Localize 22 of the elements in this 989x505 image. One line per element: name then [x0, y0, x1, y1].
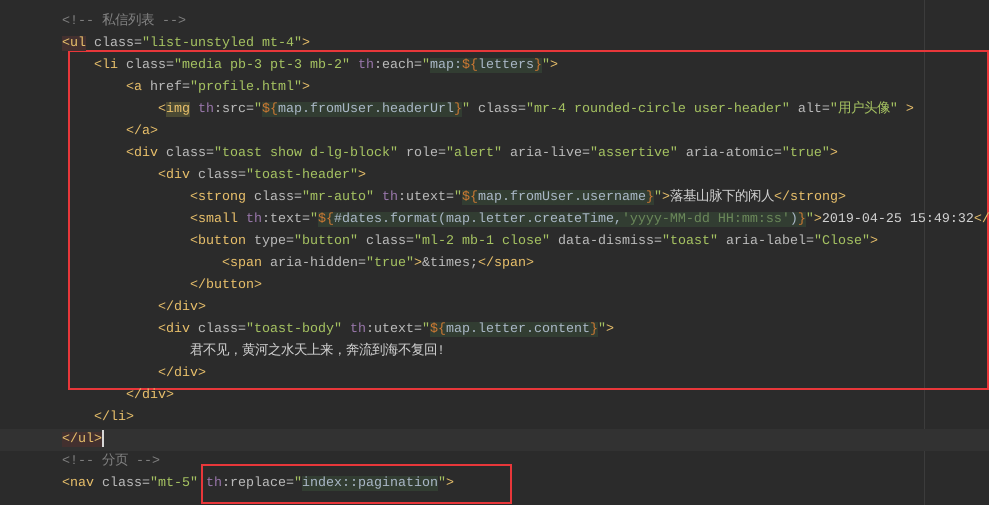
code-line: <strong class="mr-auto" th:utext="${map.fromUser.username}">落基山脉下的闲人</strong>: [190, 190, 846, 205]
code-line: <!-- 私信列表 -->: [62, 14, 186, 29]
code-line: </div>: [126, 388, 174, 403]
code-line: <!-- 分页 -->: [62, 454, 160, 469]
code-line: <button type="button" class="ml-2 mb-1 close" data-dismiss="toast" aria-label="Close">: [190, 234, 878, 249]
code-line: <div class="toast-header">: [158, 168, 366, 183]
code-line: <img th:src="${map.fromUser.headerUrl}" class="mr-4 rounded-circle user-header" alt="用户头像" >: [158, 102, 914, 117]
code-line: <nav class="mt-5": [62, 476, 198, 491]
code-line: <span aria-hidden="true">&times;</span>: [222, 256, 534, 271]
code-line: </div>: [158, 366, 206, 381]
code-line: 君不见，黄河之水天上来，奔流到海不复回!: [190, 344, 445, 359]
text-cursor: [102, 430, 104, 447]
code-line: <li class="media pb-3 pt-3 mb-2" th:each="map:${letters}">: [94, 58, 558, 73]
code-line: <a href="profile.html">: [126, 80, 310, 95]
code-line: </a>: [126, 124, 158, 139]
code-line: <div class="toast-body" th:utext="${map.letter.content}">: [158, 322, 614, 337]
code-line: </button>: [190, 278, 262, 293]
code-line: <ul class="list-unstyled mt-4">: [62, 36, 310, 51]
code-line: th:replace="index::pagination">: [206, 476, 454, 491]
code-line: <div class="toast show d-lg-block" role="alert" aria-live="assertive" aria-atomic="true">: [126, 146, 838, 161]
code-line: </li>: [94, 410, 134, 425]
code-line: </div>: [158, 300, 206, 315]
